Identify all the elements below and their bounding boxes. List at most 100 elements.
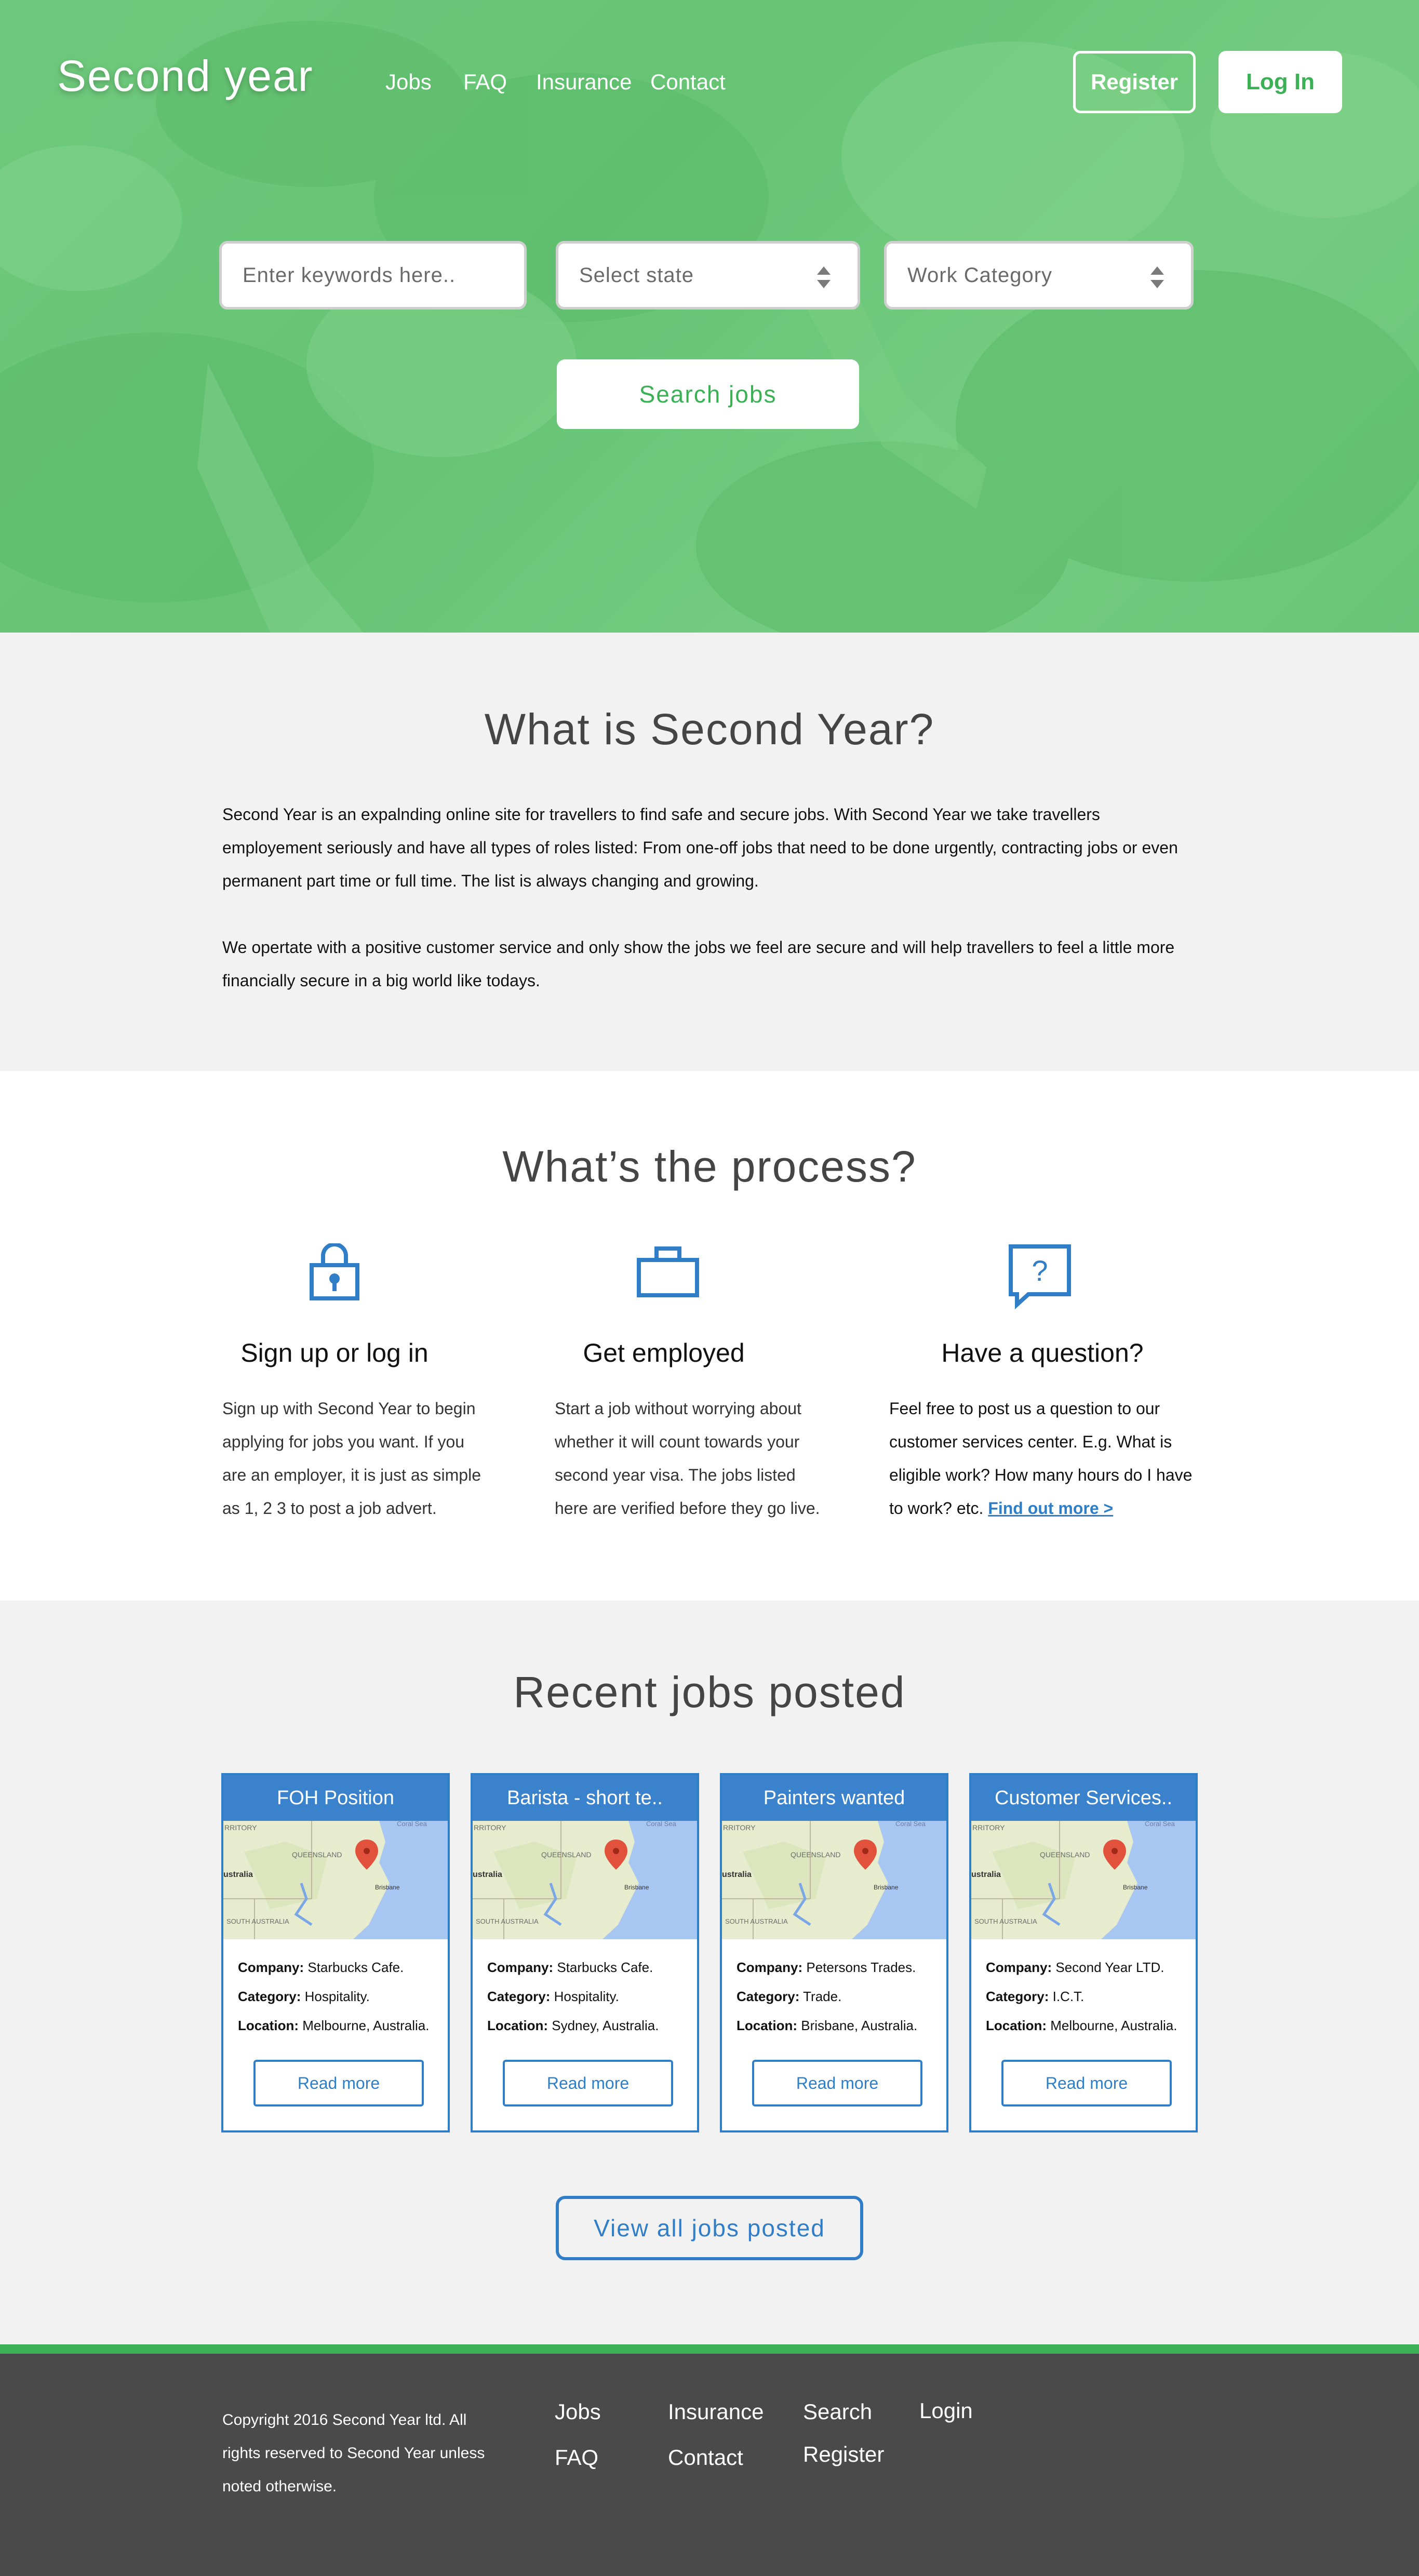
map-label-brisbane: Brisbane [1123, 1884, 1148, 1891]
keywords-input[interactable] [243, 263, 524, 287]
job-card[interactable]: Barista - short te.. RRITORY QUEENSLAND Cor… [471, 1773, 699, 2132]
job-map: RRITORY QUEENSLAND Coral Sea ustralia SOUTH … [971, 1821, 1196, 1939]
job-company: Company: Starbucks Cafe. [238, 1953, 448, 1982]
step-question-title: Have a question? [941, 1338, 1144, 1367]
job-location: Location: Sydney, Australia. [487, 2011, 697, 2040]
briefcase-icon [637, 1246, 699, 1297]
question-bubble-icon: ? [1009, 1244, 1071, 1310]
job-title[interactable]: Painters wanted [722, 1775, 946, 1821]
job-company: Company: Starbucks Cafe. [487, 1953, 697, 1982]
read-more-button[interactable]: Read more [253, 2060, 424, 2107]
login-button[interactable]: Log In [1219, 51, 1342, 113]
company-value: Petersons Trades. [806, 1960, 916, 1975]
map-label-south-australia: SOUTH AUSTRALIA [725, 1917, 788, 1925]
view-all-jobs-button[interactable]: View all jobs posted [556, 2196, 863, 2260]
search-jobs-button[interactable]: Search jobs [557, 359, 859, 429]
location-label: Location: [238, 2018, 299, 2033]
footer-insurance-link[interactable]: Insurance [668, 2399, 764, 2424]
job-category: Category: Hospitality. [487, 1982, 697, 2011]
map-thumbnail: RRITORY QUEENSLAND Coral Sea ustralia SOUTH … [223, 1821, 448, 1939]
step-question-text: Feel free to post us a question to our c… [889, 1392, 1201, 1525]
footer-contact-link[interactable]: Contact [668, 2445, 743, 2470]
category-label: Category: [238, 1989, 301, 2004]
map-label-south-australia: SOUTH AUSTRALIA [974, 1917, 1037, 1925]
job-details: Company: Second Year LTD. Category: I.C.T… [971, 1939, 1196, 2040]
footer: Copyright 2016 Second Year ltd. All righ… [0, 2354, 1419, 2576]
job-map: RRITORY QUEENSLAND Coral Sea ustralia SOUTH … [722, 1821, 946, 1939]
footer-jobs-link[interactable]: Jobs [555, 2399, 601, 2424]
job-title[interactable]: Customer Services.. [971, 1775, 1196, 1821]
company-label: Company: [986, 1960, 1052, 1975]
register-button[interactable]: Register [1073, 51, 1196, 113]
footer-login-link[interactable]: Login [919, 2398, 973, 2423]
map-label-australia: ustralia [223, 1870, 253, 1879]
company-value: Starbucks Cafe. [557, 1960, 653, 1975]
map-label-queensland: QUEENSLAND [791, 1850, 840, 1859]
about-paragraph-2: We opertate with a positive customer ser… [222, 938, 1175, 990]
map-label-coral-sea: Coral Sea [895, 1821, 926, 1828]
nav-faq-link[interactable]: FAQ [463, 70, 507, 95]
location-label: Location: [986, 2018, 1047, 2033]
map-label-queensland: QUEENSLAND [541, 1850, 591, 1859]
nav-contact-link[interactable]: Contact [650, 70, 726, 95]
job-card[interactable]: Customer Services.. RRITORY QUEENSLAND Cora… [969, 1773, 1198, 2132]
job-location: Location: Brisbane, Australia. [737, 2011, 946, 2040]
read-more-button[interactable]: Read more [1001, 2060, 1172, 2107]
category-value: I.C.T. [1052, 1989, 1085, 2004]
category-label: Category: [737, 1989, 800, 2004]
map-label-south-australia: SOUTH AUSTRALIA [226, 1917, 289, 1925]
step-employed-text: Start a job without worrying about wheth… [555, 1399, 820, 1518]
job-card[interactable]: FOH Position RRITORY QUEENSLAND Coral Sea us… [221, 1773, 450, 2132]
location-value: Sydney, Australia. [552, 2018, 659, 2033]
job-location: Location: Melbourne, Australia. [238, 2011, 448, 2040]
company-label: Company: [737, 1960, 803, 1975]
select-arrows-icon [817, 266, 831, 288]
category-label: Category: [986, 1989, 1049, 2004]
footer-faq-link[interactable]: FAQ [555, 2445, 598, 2470]
state-select-value: Select state [579, 263, 694, 287]
map-thumbnail: RRITORY QUEENSLAND Coral Sea ustralia SOUTH … [722, 1821, 946, 1939]
footer-register-link[interactable]: Register [803, 2442, 884, 2467]
job-card[interactable]: Painters wanted RRITORY QUEENSLAND Coral Se… [720, 1773, 948, 2132]
read-more-button[interactable]: Read more [752, 2060, 922, 2107]
category-value: Hospitality. [304, 1989, 370, 2004]
map-label-australia: ustralia [473, 1870, 502, 1879]
job-title[interactable]: Barista - short te.. [473, 1775, 697, 1821]
map-label-coral-sea: Coral Sea [646, 1821, 677, 1828]
job-company: Company: Petersons Trades. [737, 1953, 946, 1982]
location-value: Melbourne, Australia. [1050, 2018, 1177, 2033]
map-thumbnail: RRITORY QUEENSLAND Coral Sea ustralia SOUTH … [971, 1821, 1196, 1939]
site-logo[interactable]: Second year [57, 51, 314, 101]
job-details: Company: Starbucks Cafe. Category: Hospit… [473, 1939, 697, 2040]
footer-search-link[interactable]: Search [803, 2399, 872, 2424]
map-label-coral-sea: Coral Sea [397, 1821, 427, 1828]
state-select[interactable]: Select state [556, 241, 860, 310]
map-label-coral-sea: Coral Sea [1145, 1821, 1175, 1828]
job-category: Category: I.C.T. [986, 1982, 1196, 2011]
company-label: Company: [238, 1960, 304, 1975]
svg-text:?: ? [1032, 1254, 1048, 1287]
nav-insurance-link[interactable]: Insurance [536, 70, 632, 95]
category-label: Category: [487, 1989, 551, 2004]
location-value: Melbourne, Australia. [302, 2018, 430, 2033]
process-title: What’s the process? [502, 1142, 917, 1191]
recent-jobs-title: Recent jobs posted [513, 1668, 906, 1716]
find-out-more-link[interactable]: Find out more > [988, 1499, 1113, 1518]
company-label: Company: [487, 1960, 554, 1975]
map-label-brisbane: Brisbane [375, 1884, 400, 1891]
nav-jobs-link[interactable]: Jobs [385, 70, 432, 95]
keywords-field[interactable] [219, 241, 527, 310]
map-label-queensland: QUEENSLAND [292, 1850, 342, 1859]
job-company: Company: Second Year LTD. [986, 1953, 1196, 1982]
map-label-brisbane: Brisbane [624, 1884, 649, 1891]
map-label-australia: ustralia [722, 1870, 752, 1879]
job-title[interactable]: FOH Position [223, 1775, 448, 1821]
category-value: Trade. [803, 1989, 842, 2004]
read-more-button[interactable]: Read more [503, 2060, 673, 2107]
footer-accent-bar [0, 2344, 1419, 2354]
job-category: Category: Hospitality. [238, 1982, 448, 2011]
location-label: Location: [487, 2018, 548, 2033]
select-arrows-icon [1150, 266, 1164, 288]
category-select[interactable]: Work Category [884, 241, 1194, 310]
map-label-territory: RRITORY [474, 1823, 506, 1832]
